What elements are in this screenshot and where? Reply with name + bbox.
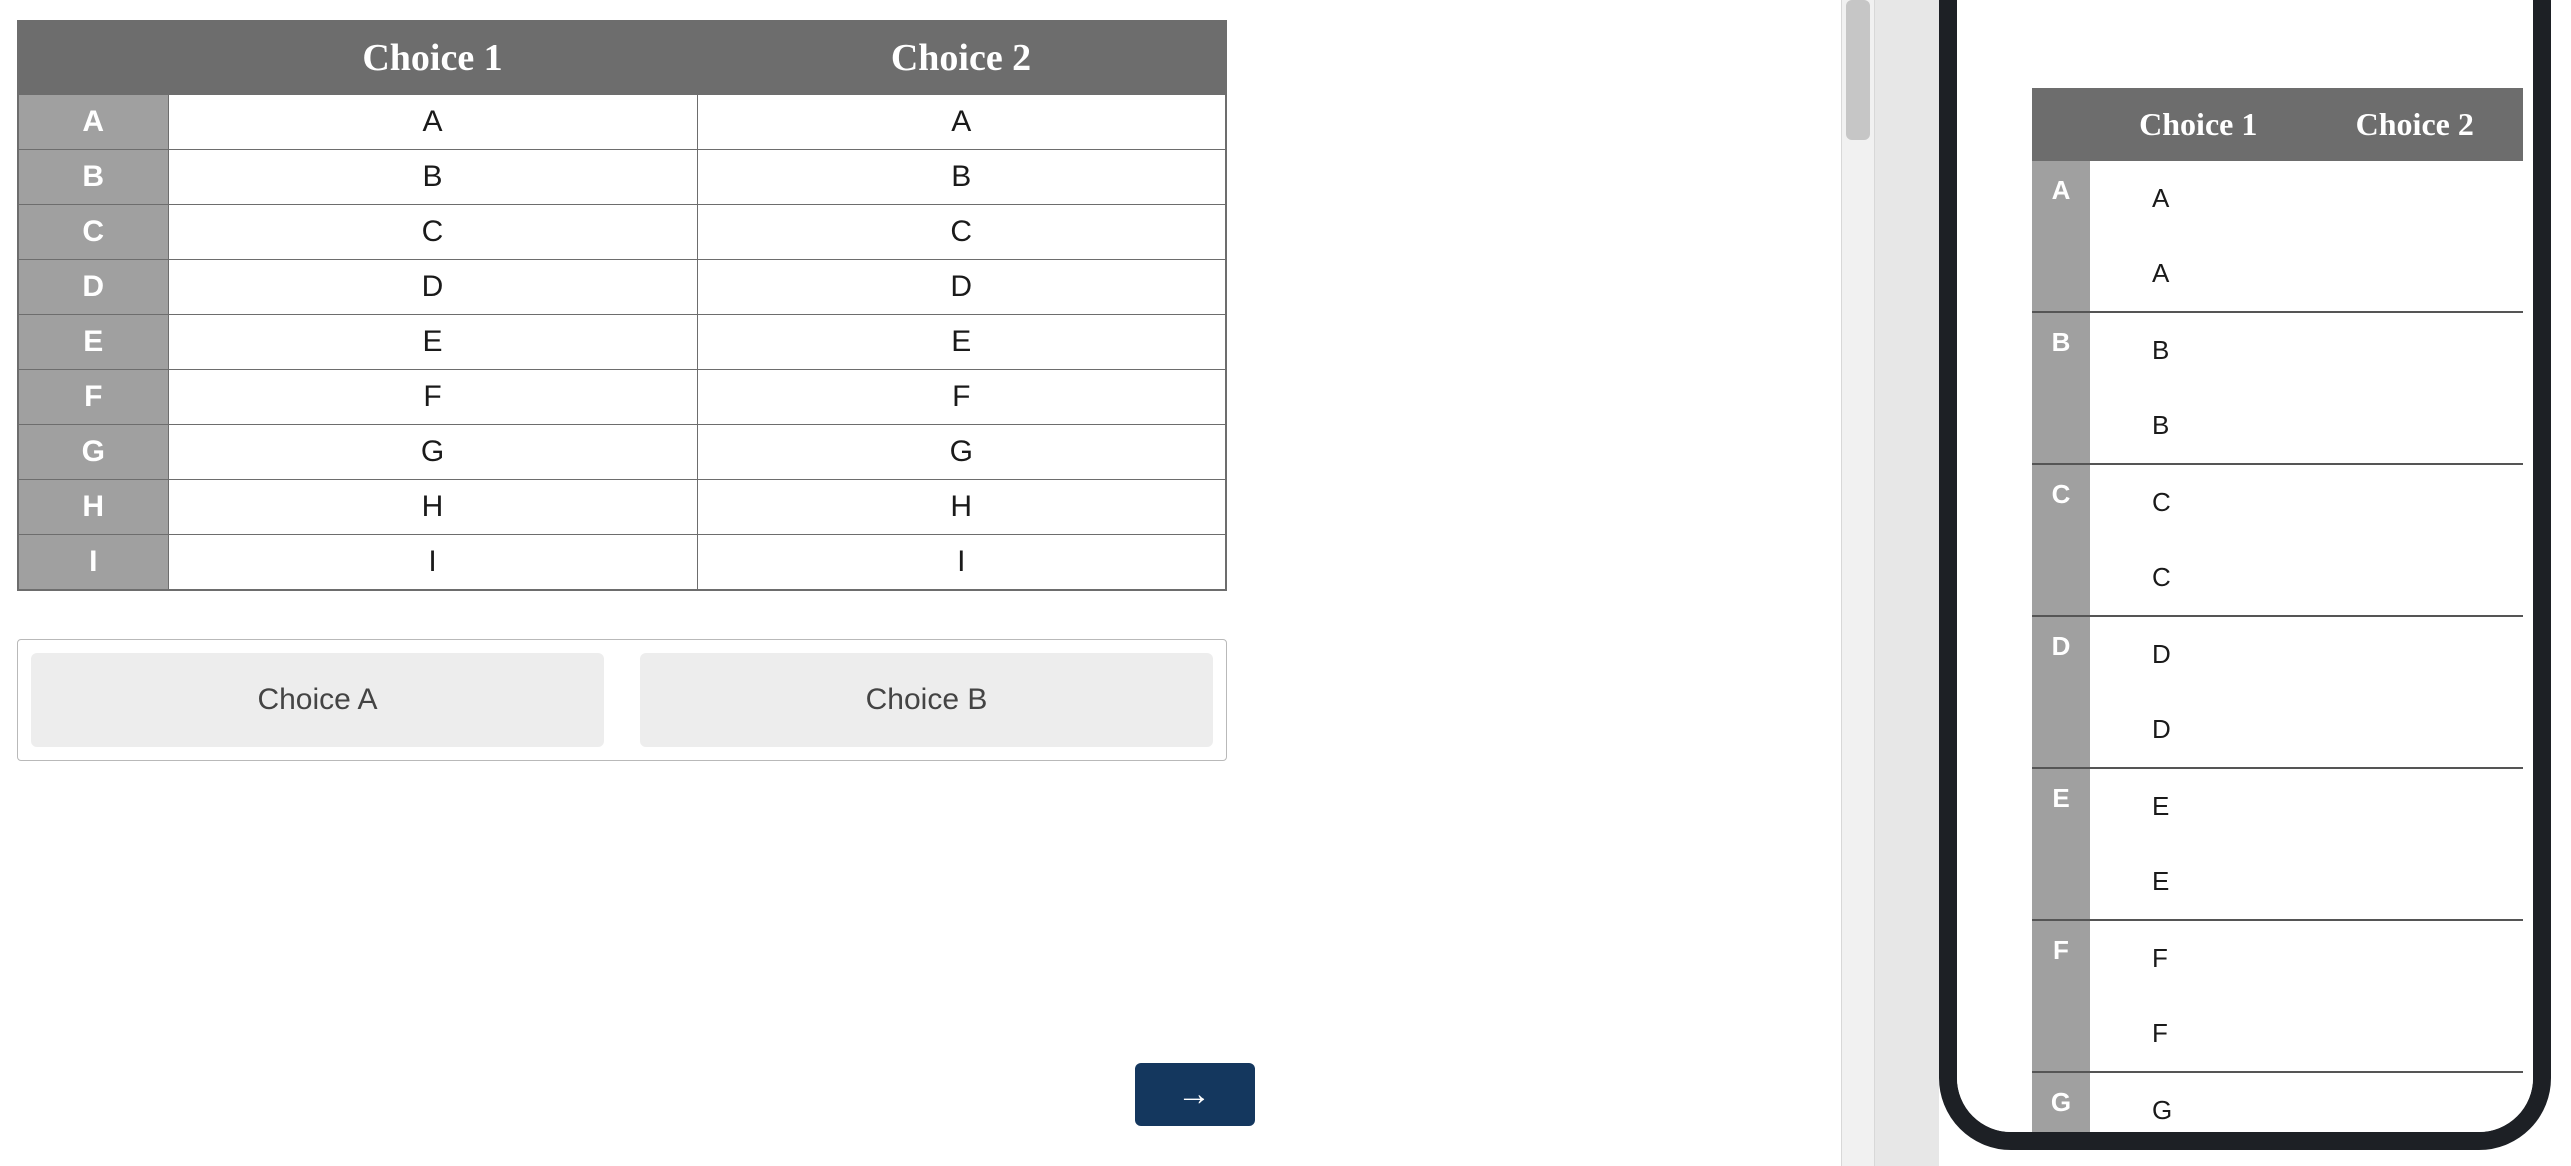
table-row: BBB: [2032, 313, 2523, 465]
row-header: E: [2032, 769, 2090, 919]
table-cell[interactable]: B: [2090, 388, 2523, 463]
table-row: EEE: [2032, 769, 2523, 921]
table-cell[interactable]: F: [2090, 996, 2523, 1071]
table-row: CCC: [2032, 465, 2523, 617]
table-cell[interactable]: A: [697, 95, 1226, 150]
table-cell[interactable]: G: [168, 425, 697, 480]
matrix-table: Choice 1 Choice 2 AAABBBCCCDDDEEEFFFGGGH…: [17, 20, 1227, 591]
row-header: F: [18, 370, 168, 425]
table-row: DDD: [2032, 617, 2523, 769]
table-cell[interactable]: G: [697, 425, 1226, 480]
table-cell[interactable]: F: [697, 370, 1226, 425]
table-cell[interactable]: I: [168, 535, 697, 591]
table-cell[interactable]: B: [2090, 313, 2523, 388]
mobile-preview-pane: Choice 1 Choice 2 AAABBBCCCDDDEEEFFFGGG: [1939, 0, 2571, 1166]
table-cell[interactable]: I: [697, 535, 1226, 591]
choice-button-row: Choice A Choice B: [17, 639, 1227, 761]
choice-a-button[interactable]: Choice A: [31, 653, 604, 747]
row-header: I: [18, 535, 168, 591]
row-header: D: [2032, 617, 2090, 767]
table-row: EEE: [18, 315, 1226, 370]
table-cell[interactable]: H: [168, 480, 697, 535]
arrow-right-icon: →: [1177, 1075, 1213, 1114]
row-header: B: [18, 150, 168, 205]
table-row: HHH: [18, 480, 1226, 535]
table-cell[interactable]: E: [2090, 769, 2523, 844]
table-row: BBB: [18, 150, 1226, 205]
phone-side-button: [1939, 343, 1940, 458]
table-row: DDD: [18, 260, 1226, 315]
column-header-1: Choice 1: [168, 21, 697, 95]
phone-screen: Choice 1 Choice 2 AAABBBCCCDDDEEEFFFGGG: [1957, 0, 2533, 1132]
row-header: D: [18, 260, 168, 315]
table-row: AAA: [18, 95, 1226, 150]
row-header: C: [18, 205, 168, 260]
pane-divider: [1875, 0, 1939, 1166]
vertical-scrollbar[interactable]: [1841, 0, 1875, 1166]
table-cell[interactable]: C: [168, 205, 697, 260]
table-row: GGG: [2032, 1073, 2523, 1132]
table-row: FFF: [18, 370, 1226, 425]
phone-frame: Choice 1 Choice 2 AAABBBCCCDDDEEEFFFGGG: [1939, 0, 2551, 1150]
choice-b-button[interactable]: Choice B: [640, 653, 1213, 747]
row-header: B: [2032, 313, 2090, 463]
table-cell[interactable]: E: [697, 315, 1226, 370]
row-header: A: [2032, 161, 2090, 311]
table-cell[interactable]: E: [2090, 844, 2523, 919]
table-cell[interactable]: G: [2090, 1073, 2523, 1132]
table-cell[interactable]: C: [697, 205, 1226, 260]
row-header: H: [18, 480, 168, 535]
table-row: III: [18, 535, 1226, 591]
row-header: E: [18, 315, 168, 370]
table-row: FFF: [2032, 921, 2523, 1073]
table-cell[interactable]: D: [2090, 617, 2523, 692]
phone-side-button: [1939, 92, 1940, 164]
table-cell[interactable]: C: [2090, 540, 2523, 615]
table-cell[interactable]: A: [2090, 236, 2523, 311]
mobile-matrix-table: Choice 1 Choice 2 AAABBBCCCDDDEEEFFFGGG: [2032, 88, 2523, 1132]
column-header-2: Choice 2: [697, 21, 1226, 95]
table-row: AAA: [2032, 161, 2523, 313]
table-corner: [18, 21, 168, 95]
scrollbar-thumb[interactable]: [1846, 0, 1870, 140]
mobile-column-header-1: Choice 1: [2090, 88, 2307, 161]
desktop-preview: Choice 1 Choice 2 AAABBBCCCDDDEEEFFFGGGH…: [17, 20, 1227, 761]
table-row: GGG: [18, 425, 1226, 480]
row-header: C: [2032, 465, 2090, 615]
phone-side-button: [1939, 203, 1940, 318]
table-cell[interactable]: C: [2090, 465, 2523, 540]
table-cell[interactable]: H: [697, 480, 1226, 535]
row-header: F: [2032, 921, 2090, 1071]
table-cell[interactable]: A: [168, 95, 697, 150]
table-cell[interactable]: D: [2090, 692, 2523, 767]
table-cell[interactable]: F: [2090, 921, 2523, 996]
row-header: G: [2032, 1073, 2090, 1132]
next-button[interactable]: →: [1135, 1063, 1255, 1126]
table-cell[interactable]: B: [697, 150, 1226, 205]
mobile-column-header-2: Choice 2: [2307, 88, 2524, 161]
table-cell[interactable]: D: [697, 260, 1226, 315]
row-header: A: [18, 95, 168, 150]
table-row: CCC: [18, 205, 1226, 260]
table-cell[interactable]: B: [168, 150, 697, 205]
table-cell[interactable]: F: [168, 370, 697, 425]
row-header: G: [18, 425, 168, 480]
table-cell[interactable]: D: [168, 260, 697, 315]
table-cell[interactable]: E: [168, 315, 697, 370]
table-cell[interactable]: A: [2090, 161, 2523, 236]
